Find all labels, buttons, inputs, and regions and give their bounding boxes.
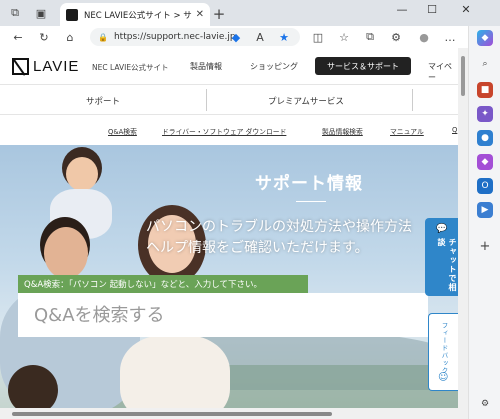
site-favicon <box>66 8 78 21</box>
home-icon[interactable]: ⌂ <box>62 29 78 45</box>
tab-actions-icon[interactable]: ▣ <box>32 5 50 21</box>
lavie-logo[interactable]: LAVIE <box>12 58 79 75</box>
child2-hair <box>8 365 58 408</box>
vertical-scrollbar[interactable] <box>458 48 468 408</box>
chat-consult-button[interactable]: 💬 チャットで相談 <box>425 218 458 296</box>
logo-text: LAVIE <box>33 58 80 75</box>
shield-icon[interactable]: ◆ <box>228 29 244 45</box>
link-manual[interactable]: マニュアル <box>390 126 424 136</box>
tab-strip: ⧉ ▣ NEC LAVIE公式サイト > サービス＆サ ✕ + — ☐ ✕ <box>0 0 500 26</box>
horizontal-scrollbar[interactable] <box>0 408 468 419</box>
back-icon[interactable]: ← <box>10 29 26 45</box>
drop-icon[interactable]: ▶ <box>477 202 493 218</box>
games-icon[interactable]: ● <box>477 130 493 146</box>
link-product-search[interactable]: 製品情報検索 <box>322 126 363 136</box>
more-menu-icon[interactable]: … <box>442 29 458 45</box>
vertical-scroll-thumb[interactable] <box>461 56 465 96</box>
hero-banner: サポート情報 パソコンのトラブルの対処方法や操作方法 ヘルプ情報をご確認いただけ… <box>0 145 458 408</box>
office-icon[interactable]: ◆ <box>477 154 493 170</box>
nav-shopping[interactable]: ショッピング <box>250 61 298 72</box>
subnav-support[interactable]: サポート <box>86 95 120 107</box>
outlook-icon[interactable]: O <box>477 178 493 194</box>
active-tab[interactable]: NEC LAVIE公式サイト > サービス＆サ ✕ <box>60 3 210 26</box>
chat-bubble-icon: 💬 <box>436 224 448 234</box>
read-aloud-icon[interactable]: A <box>252 29 268 45</box>
browser-toolbar: ← ↻ ⌂ 🔒 https://support.nec-lavie.jp ◆ A… <box>0 26 468 48</box>
hero-subtitle-line2: ヘルプ情報をご確認いただけます。 <box>146 240 369 256</box>
quick-links: Q&A検索 ドライバー・ソフトウェア ダウンロード 製品情報検索 マニュアル Q <box>0 115 458 143</box>
workspaces-icon[interactable]: ⧉ <box>6 5 24 21</box>
horizontal-scroll-thumb[interactable] <box>12 412 332 416</box>
reload-icon[interactable]: ↻ <box>36 29 52 45</box>
address-bar[interactable]: 🔒 https://support.nec-lavie.jp <box>90 28 300 46</box>
subnav-divider <box>412 89 413 111</box>
feedback-label: フィードバック <box>440 322 448 375</box>
link-qa-search[interactable]: Q&A検索 <box>108 126 137 136</box>
subnav-divider <box>206 89 207 111</box>
search-hint-banner: Q&A検索：「パソコン 起動しない」などと、入力して下さい。 <box>18 275 308 293</box>
copilot-icon[interactable]: ◆ <box>477 30 493 46</box>
nav-mypage[interactable]: マイペー <box>428 61 458 83</box>
chat-consult-label: チャットで相談 <box>437 238 457 292</box>
hero-subtitle: パソコンのトラブルの対処方法や操作方法 ヘルプ情報をご確認いただけます。 <box>146 217 412 259</box>
nav-service-support[interactable]: サービス＆サポート <box>315 57 411 75</box>
close-tab-icon[interactable]: ✕ <box>196 9 204 20</box>
window-close-button[interactable]: ✕ <box>452 3 480 16</box>
sub-navigation: サポート プレミアムサービス <box>0 85 458 115</box>
mother-shirt <box>120 335 230 408</box>
site-header: LAVIE NEC LAVIE公式サイト 製品情報 ショッピング サービス＆サポ… <box>0 48 458 85</box>
link-driver-download[interactable]: ドライバー・ソフトウェア ダウンロード <box>162 126 286 136</box>
qa-search-input[interactable] <box>34 304 428 326</box>
shopping-icon[interactable]: ■ <box>477 82 493 98</box>
lock-icon[interactable]: 🔒 <box>98 33 108 42</box>
hero-underline <box>296 201 326 202</box>
hero-title: サポート情報 <box>255 174 363 194</box>
collections-icon[interactable]: ⧉ <box>362 29 378 45</box>
child-face <box>66 157 98 191</box>
father-face <box>44 227 88 279</box>
split-screen-icon[interactable]: ◫ <box>310 29 326 45</box>
qa-search-box[interactable] <box>18 293 428 337</box>
minimize-button[interactable]: — <box>388 3 416 16</box>
subnav-premium[interactable]: プレミアムサービス <box>268 95 344 107</box>
edge-sidebar: ◆ ⌕ ■ ✦ ● ◆ O ▶ + ⚙ <box>468 26 500 419</box>
site-name-link[interactable]: NEC LAVIE公式サイト <box>92 62 169 73</box>
sidebar-settings-icon[interactable]: ⚙ <box>477 396 493 412</box>
lavie-logo-mark <box>12 58 29 75</box>
page-viewport: LAVIE NEC LAVIE公式サイト 製品情報 ショッピング サービス＆サポ… <box>0 48 458 408</box>
tab-title: NEC LAVIE公式サイト > サービス＆サ <box>84 10 192 21</box>
url-text: https://support.nec-lavie.jp <box>113 32 236 42</box>
add-sidebar-icon[interactable]: + <box>477 238 493 254</box>
extensions-icon[interactable]: ⚙ <box>388 29 404 45</box>
favorites-icon[interactable]: ☆ <box>336 29 352 45</box>
new-tab-button[interactable]: + <box>210 5 228 23</box>
maximize-button[interactable]: ☐ <box>418 3 446 16</box>
profile-icon[interactable]: ● <box>416 29 432 45</box>
nav-products[interactable]: 製品情報 <box>190 61 222 72</box>
tools-icon[interactable]: ✦ <box>477 106 493 122</box>
link-more[interactable]: Q <box>452 126 457 134</box>
sidebar-search-icon[interactable]: ⌕ <box>477 56 493 72</box>
hero-subtitle-line1: パソコンのトラブルの対処方法や操作方法 <box>146 219 412 235</box>
smile-icon: ☺ <box>438 372 449 383</box>
feedback-button[interactable]: フィードバック ☺ <box>428 313 458 391</box>
favorite-star-icon[interactable]: ★ <box>276 29 292 45</box>
